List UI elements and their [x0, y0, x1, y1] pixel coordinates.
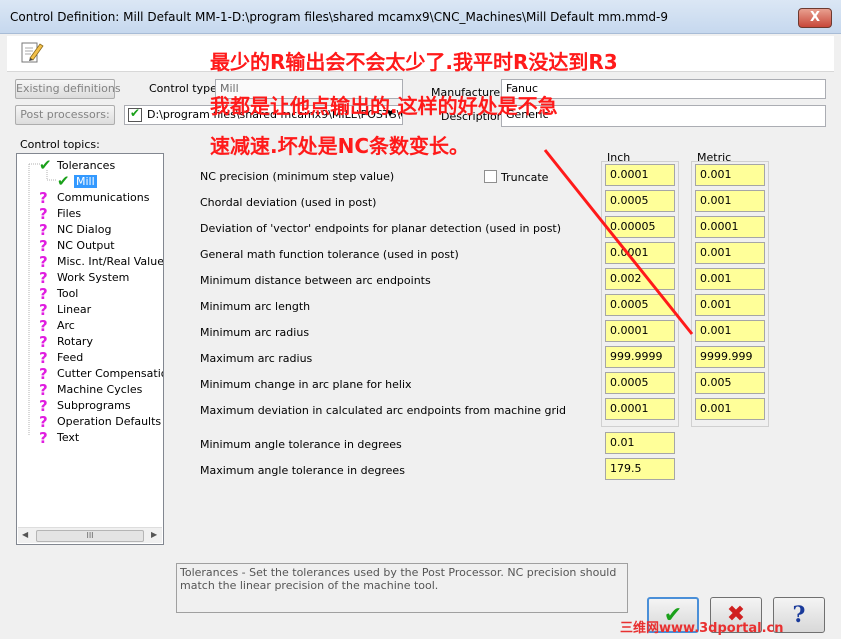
question-mark-icon: ?: [39, 429, 48, 447]
tolerance-inch-field[interactable]: 0.0001: [605, 320, 675, 342]
sidebar-item-label: Tolerances: [57, 159, 116, 172]
tolerance-metric-field[interactable]: 0.001: [695, 268, 765, 290]
tolerance-label: Minimum change in arc plane for helix: [200, 378, 412, 391]
sidebar-item-label: Mill: [74, 175, 97, 188]
tolerance-inch-field[interactable]: 0.0001: [605, 242, 675, 264]
sidebar-item-label: Cutter Compensation: [57, 367, 164, 380]
sidebar-item-label: Misc. Int/Real Values: [57, 255, 164, 268]
sidebar-item-label: Linear: [57, 303, 92, 316]
tolerance-label: Chordal deviation (used in post): [200, 196, 377, 209]
annotation-line-3: 速减速.坏处是NC条数变长。: [210, 134, 470, 158]
sidebar-item-label: Machine Cycles: [57, 383, 143, 396]
annotation-line-1: 最少的R输出会不会太少了.我平时R没达到R3: [210, 50, 618, 74]
post-processors-button[interactable]: Post processors:: [15, 105, 115, 125]
tolerance-inch-field[interactable]: 0.0005: [605, 372, 675, 394]
sidebar-item-label: NC Dialog: [57, 223, 112, 236]
sidebar-item-label: Arc: [57, 319, 75, 332]
tolerance-metric-field[interactable]: 9999.999: [695, 346, 765, 368]
tree-lines: [28, 163, 57, 436]
truncate-label: Truncate: [501, 171, 549, 184]
sidebar-item-label: Operation Defaults: [57, 415, 162, 428]
watermark: 三维网www.3dportal.cn: [620, 621, 784, 636]
tolerance-label: General math function tolerance (used in…: [200, 248, 459, 261]
sidebar-item-label: Feed: [57, 351, 84, 364]
angle-tolerance-label: Minimum angle tolerance in degrees: [200, 438, 402, 451]
tolerance-label: Maximum arc radius: [200, 352, 313, 365]
tolerance-label: Maximum deviation in calculated arc endp…: [200, 404, 567, 417]
scroll-left-arrow-icon[interactable]: ◀: [22, 530, 28, 539]
tolerance-inch-field[interactable]: 0.0001: [605, 398, 675, 420]
tolerance-metric-field[interactable]: 0.001: [695, 164, 765, 186]
tolerance-metric-field[interactable]: 0.0001: [695, 216, 765, 238]
angle-tolerance-field[interactable]: 179.5: [605, 458, 675, 480]
control-topics-title: Control topics:: [20, 138, 100, 151]
tolerance-metric-field[interactable]: 0.001: [695, 320, 765, 342]
control-topics-tree[interactable]: ✔ Tolerances ✔ Mill? Communications? Files? NC…: [16, 153, 164, 545]
tolerance-metric-field[interactable]: 0.001: [695, 398, 765, 420]
tolerance-label: Minimum arc length: [200, 300, 311, 313]
scroll-thumb[interactable]: III: [36, 530, 144, 542]
tolerance-inch-field[interactable]: 0.002: [605, 268, 675, 290]
post-file-icon: ✔: [128, 106, 142, 122]
window-title: Control Definition: Mill Default MM-1-D:…: [10, 10, 668, 24]
sidebar-item-label: Tool: [57, 287, 79, 300]
existing-definitions-button[interactable]: Existing definitions: [15, 79, 121, 99]
tolerance-metric-field[interactable]: 0.001: [695, 190, 765, 212]
green-check-icon: ✔: [39, 156, 52, 174]
scroll-right-arrow-icon[interactable]: ▶: [151, 530, 157, 539]
tolerance-metric-field[interactable]: 0.005: [695, 372, 765, 394]
green-check-icon: ✔: [130, 106, 141, 120]
tolerance-inch-field[interactable]: 0.0001: [605, 164, 675, 186]
angle-tolerance-field[interactable]: 0.01: [605, 432, 675, 454]
tolerance-metric-field[interactable]: 0.001: [695, 242, 765, 264]
tolerance-label: Minimum arc radius: [200, 326, 310, 339]
truncate-checkbox[interactable]: [484, 170, 497, 183]
tolerance-label: Deviation of 'vector' endpoints for plan…: [200, 222, 562, 235]
tolerance-inch-field[interactable]: 999.9999: [605, 346, 675, 368]
tolerance-inch-field[interactable]: 0.0005: [605, 190, 675, 212]
annotation-line-2: 我都是让他点输出的.这样的好处是不急: [210, 94, 558, 118]
tree-horizontal-scrollbar[interactable]: ◀ III ▶: [18, 527, 162, 543]
sidebar-item-label: Subprograms: [57, 399, 131, 412]
sidebar-item-label: Communications: [57, 191, 150, 204]
edit-pencil-icon: [21, 42, 44, 63]
question-icon: ?: [792, 602, 806, 628]
title-bar: Control Definition: Mill Default MM-1-D:…: [0, 0, 841, 34]
angle-tolerance-label: Maximum angle tolerance in degrees: [200, 464, 405, 477]
sidebar-item-label: NC Output: [57, 239, 115, 252]
help-description: Tolerances - Set the tolerances used by …: [176, 563, 628, 613]
sidebar-item-label: Rotary: [57, 335, 93, 348]
sidebar-item-label: Text: [57, 431, 80, 444]
tolerance-inch-field[interactable]: 0.00005: [605, 216, 675, 238]
close-button[interactable]: X: [798, 8, 832, 28]
tolerance-metric-field[interactable]: 0.001: [695, 294, 765, 316]
tolerance-label: Minimum distance between arc endpoints: [200, 274, 431, 287]
sidebar-item-label: Work System: [57, 271, 130, 284]
sidebar-item-label: Files: [57, 207, 82, 220]
tolerance-inch-field[interactable]: 0.0005: [605, 294, 675, 316]
green-check-icon: ✔: [57, 172, 70, 190]
tolerance-label: NC precision (minimum step value): [200, 170, 395, 183]
